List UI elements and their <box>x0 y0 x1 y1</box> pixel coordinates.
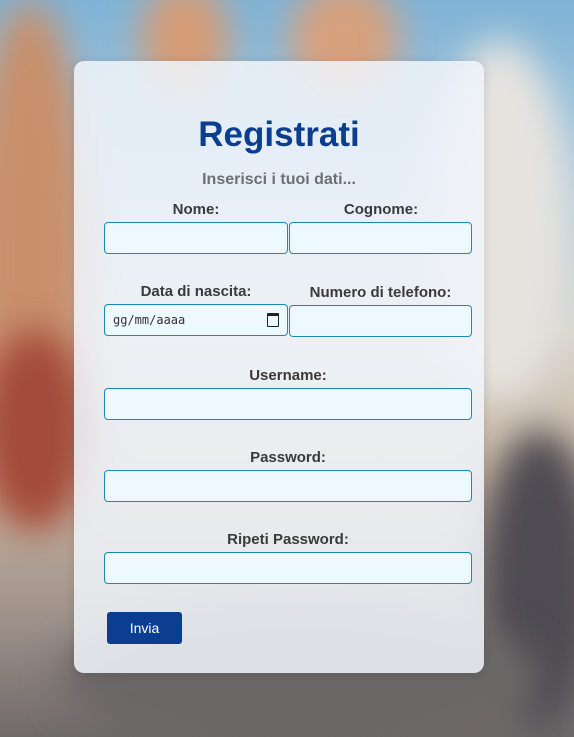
page-title: Registrati <box>198 115 360 154</box>
cognome-input[interactable] <box>289 222 472 254</box>
data-nascita-input[interactable]: gg/mm/aaaa <box>104 304 288 336</box>
password-label: Password: <box>250 449 326 466</box>
ripeti-password-label: Ripeti Password: <box>227 531 349 548</box>
cognome-label: Cognome: <box>343 201 419 218</box>
username-label: Username: <box>249 367 327 384</box>
nome-input[interactable] <box>104 222 288 254</box>
ripeti-password-input[interactable] <box>104 552 472 584</box>
calendar-icon[interactable] <box>267 313 279 327</box>
telefono-label: Numero di telefono: <box>309 284 452 301</box>
submit-button[interactable]: Invia <box>107 612 182 644</box>
password-input[interactable] <box>104 470 472 502</box>
registration-card: Registrati Inserisci i tuoi dati... Nome… <box>74 61 484 673</box>
subtitle: Inserisci i tuoi dati... <box>202 171 356 188</box>
data-nascita-label: Data di nascita: <box>140 283 252 300</box>
telefono-input[interactable] <box>289 305 472 337</box>
username-input[interactable] <box>104 388 472 420</box>
nome-label: Nome: <box>172 201 220 218</box>
date-value: gg/mm/aaaa <box>113 313 186 327</box>
